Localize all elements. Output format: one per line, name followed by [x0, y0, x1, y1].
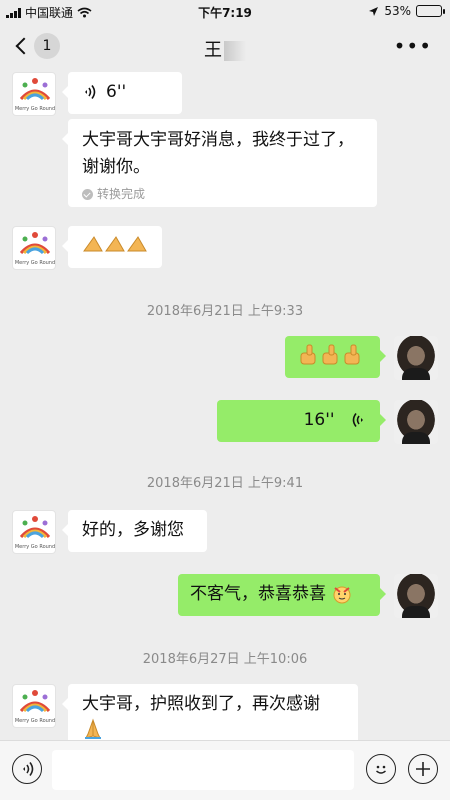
voice-wave-icon [85, 85, 96, 99]
emoji-message-outgoing[interactable] [285, 336, 386, 378]
merry-go-round-avatar-art: Merry Go Round [15, 516, 55, 550]
avatar-shirt [402, 368, 430, 380]
more-functions-button[interactable] [408, 754, 438, 784]
gift-emoji [333, 586, 351, 604]
voice-duration-in: 6'' [106, 82, 127, 102]
battery-percent: 53% [384, 4, 411, 18]
message-input[interactable] [52, 750, 354, 790]
peer-avatar[interactable]: Merry Go Round [12, 684, 56, 728]
chat-header: 1 王 ••• [0, 24, 450, 70]
merry-go-round-avatar-art: Merry Go Round [15, 232, 55, 266]
timestamp: 2018年6月21日 上午9:33 [146, 304, 304, 319]
transcript-status: 转换完成 [82, 181, 363, 208]
smiley-icon [376, 765, 386, 774]
message-list[interactable]: Merry Go Round 6'' 大宇哥大宇哥好消息，我终于过了，谢谢你。 … [0, 70, 450, 740]
timestamp: 2018年6月27日 上午10:06 [142, 652, 308, 667]
emoji-button[interactable] [366, 754, 396, 784]
voice-message-incoming[interactable]: 6'' [62, 72, 182, 114]
message-text: 大宇哥，护照收到了，再次感谢 [82, 694, 320, 714]
message-text: 不客气，恭喜恭喜 [190, 584, 326, 604]
peer-avatar-caption: Merry Go Round [15, 544, 55, 550]
clapping-hands-emoji [83, 236, 147, 252]
peer-avatar[interactable]: Merry Go Round [12, 510, 56, 554]
merry-go-round-avatar-art: Merry Go Round [15, 690, 55, 724]
plus-icon [416, 762, 430, 776]
transcript-text: 大宇哥大宇哥好消息，我终于过了，谢谢你。 [82, 130, 354, 177]
avatar-shirt [402, 432, 430, 444]
text-message-incoming[interactable]: 好的，多谢您 [62, 510, 207, 552]
voice-transcript-bubble[interactable]: 大宇哥大宇哥好消息，我终于过了，谢谢你。 转换完成 [62, 119, 377, 208]
status-right: 53% [368, 4, 445, 18]
text-message-incoming[interactable]: 大宇哥，护照收到了，再次感谢 [62, 684, 358, 740]
status-bar: 中国联通 下午7:19 53% [0, 0, 450, 24]
timestamp: 2018年6月21日 上午9:41 [146, 476, 304, 491]
voice-message-outgoing[interactable]: 16'' [217, 400, 386, 442]
chat-title: 王 [0, 36, 450, 62]
peer-avatar-caption: Merry Go Round [15, 106, 55, 112]
text-message-outgoing[interactable]: 不客气，恭喜恭喜 [178, 574, 386, 616]
contact-name: 王 [204, 40, 222, 61]
voice-wave-icon [352, 413, 363, 427]
voice-input-button[interactable] [12, 754, 42, 784]
peer-avatar-caption: Merry Go Round [15, 260, 55, 266]
battery-icon [416, 5, 445, 17]
input-bar [0, 740, 450, 800]
emoji-message-incoming[interactable] [62, 226, 162, 268]
peer-avatar[interactable]: Merry Go Round [12, 72, 56, 116]
self-avatar[interactable] [394, 400, 438, 444]
peer-avatar-caption: Merry Go Round [15, 718, 55, 724]
voice-duration-out: 16'' [303, 410, 335, 430]
voice-icon [23, 762, 34, 776]
thumbs-up-emoji [300, 344, 360, 365]
praying-hands-emoji [85, 718, 101, 739]
location-arrow-icon [369, 6, 379, 16]
blurred-name-mask [224, 41, 246, 61]
self-avatar[interactable] [394, 574, 438, 618]
peer-avatar[interactable]: Merry Go Round [12, 226, 56, 270]
transcript-status-label: 转换完成 [97, 187, 146, 201]
merry-go-round-avatar-art: Merry Go Round [15, 78, 55, 112]
self-avatar[interactable] [394, 336, 438, 380]
avatar-shirt [402, 606, 430, 618]
more-options-button[interactable]: ••• [394, 34, 432, 58]
check-circle-icon [82, 189, 93, 200]
